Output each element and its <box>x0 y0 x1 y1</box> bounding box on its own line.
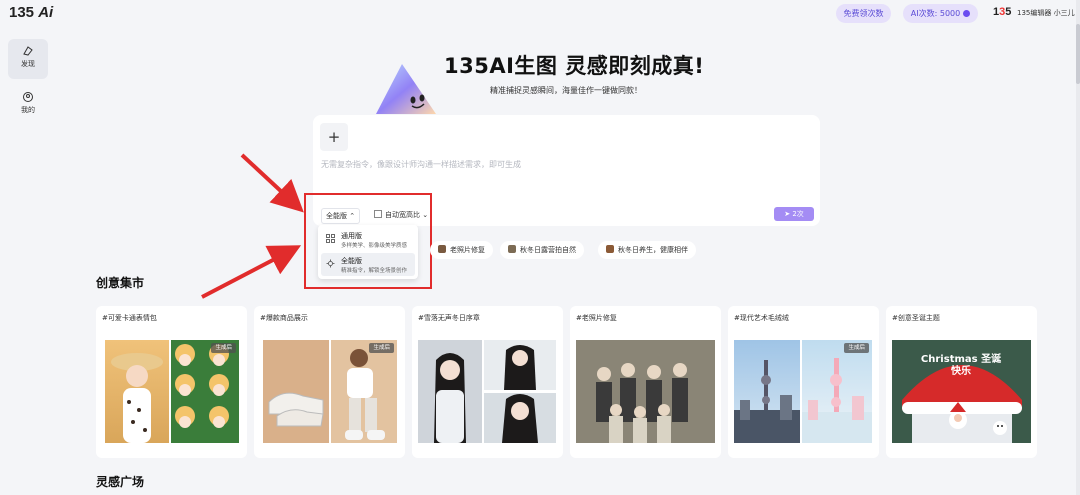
profile-icon <box>23 92 33 102</box>
scrollbar-track[interactable] <box>1076 0 1080 495</box>
section-title-creative: 创意集市 <box>96 276 145 290</box>
arrow-up <box>240 153 304 213</box>
logo-ai-text: Ai <box>38 4 54 21</box>
template-card[interactable]: #雪落无声冬日序章 <box>412 306 563 458</box>
free-credits-button[interactable]: 免费领次数 <box>836 4 891 23</box>
user-name[interactable]: 135编辑器 小三儿 <box>1017 8 1075 18</box>
generated-badge: 生成后 <box>211 343 236 353</box>
christmas-title-text: Christmas 圣诞快乐 <box>920 354 1002 377</box>
mascot-illustration <box>376 64 436 114</box>
card-image: Christmas 圣诞快乐 <box>892 340 1031 443</box>
hero-subtitle: 精准捕捉灵感瞬间，海量佳作一键做同款！ <box>490 86 642 95</box>
card-image-before <box>418 340 482 443</box>
hero-title: 135AI生图 灵感即刻成真! <box>444 54 705 78</box>
suggestion-chip[interactable]: 老照片修复 <box>430 241 493 259</box>
template-card[interactable]: #老照片修复 <box>570 306 721 458</box>
prompt-input[interactable]: 无需复杂指令，像跟设计师沟通一样描述需求，即可生成 <box>321 159 521 170</box>
ai-count-label: AI次数: 5000 <box>910 9 961 18</box>
chip-label: 秋冬日露营拍自然 <box>520 246 576 254</box>
generated-badge: 生成后 <box>369 343 394 353</box>
template-card[interactable]: #创意圣诞主题 Christmas 圣诞快乐 <box>886 306 1037 458</box>
scrollbar-thumb[interactable] <box>1076 24 1080 84</box>
arrow-down <box>201 245 302 299</box>
card-image-after-top <box>484 340 556 390</box>
sidebar-item-profile[interactable]: 我的 <box>8 85 48 125</box>
suggestion-chip[interactable]: 秋冬日养生，健康相伴 <box>598 241 696 259</box>
photo-icon <box>606 245 614 253</box>
card-image-after: 生成后 <box>171 340 239 443</box>
gem-icon <box>963 10 971 17</box>
sidebar-item-label: 我的 <box>21 106 35 114</box>
chip-label: 秋冬日养生，健康相伴 <box>618 246 688 254</box>
sidebar-item-discover[interactable]: 发现 <box>8 39 48 79</box>
template-card[interactable]: #爆款商品展示 生成后 <box>254 306 405 458</box>
top-bar: 135 Ai 免费领次数 AI次数: 5000 135 135编辑器 小三儿 <box>0 0 1080 26</box>
generated-badge: 生成后 <box>844 343 869 353</box>
card-image-after-bottom <box>484 393 556 443</box>
template-card[interactable]: #可爱卡通表情包 生成后 <box>96 306 247 458</box>
photo-icon <box>438 245 446 253</box>
annotation-highlight-box <box>304 193 432 289</box>
ai-count-button[interactable]: AI次数: 5000 <box>903 4 978 23</box>
template-card[interactable]: #现代艺术毛绒绒 生成后 <box>728 306 879 458</box>
sidebar-item-label: 发现 <box>21 60 35 68</box>
card-tag: #爆款商品展示 <box>260 314 308 322</box>
card-image-before <box>734 340 800 443</box>
logo-text: 135 <box>9 4 35 21</box>
generate-button-label: 2次 <box>792 210 804 218</box>
card-image-before <box>263 340 329 443</box>
upload-image-button[interactable]: + <box>320 123 348 151</box>
send-icon: ➤ <box>784 210 791 218</box>
chip-label: 老照片修复 <box>450 246 485 254</box>
card-image <box>576 340 715 443</box>
card-tag: #雪落无声冬日序章 <box>418 314 480 322</box>
suggestion-chip[interactable]: 秋冬日露营拍自然 <box>500 241 584 259</box>
sidebar: 发现 我的 <box>0 26 56 495</box>
user-avatar-logo[interactable]: 135 <box>993 6 1011 18</box>
card-tag: #现代艺术毛绒绒 <box>734 314 789 322</box>
discover-icon <box>23 46 33 56</box>
avatar-digit: 5 <box>1005 6 1012 18</box>
photo-icon <box>508 245 516 253</box>
generate-button[interactable]: ➤ 2次 <box>774 207 814 221</box>
annotation-arrows <box>201 153 304 299</box>
section-title-inspiration: 灵感广场 <box>96 475 145 489</box>
card-image-after: 生成后 <box>802 340 872 443</box>
card-tag: #可爱卡通表情包 <box>102 314 157 322</box>
card-tag: #创意圣诞主题 <box>892 314 940 322</box>
card-tag: #老照片修复 <box>576 314 617 322</box>
card-image-before <box>105 340 169 443</box>
app-logo[interactable]: 135 Ai <box>9 4 53 21</box>
card-image-after: 生成后 <box>331 340 397 443</box>
